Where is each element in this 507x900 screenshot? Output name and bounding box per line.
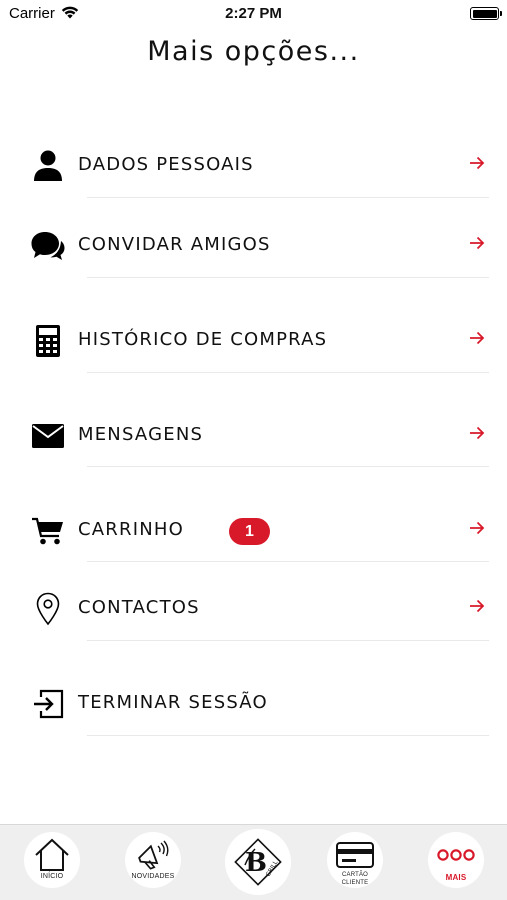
- menu-item-convidar-amigos[interactable]: CONVIDAR AMIGOS: [0, 220, 507, 268]
- menu-item-dados-pessoais[interactable]: DADOS PESSOAIS: [0, 140, 507, 188]
- arrow-right-icon: [470, 156, 485, 170]
- tab-label: MAIS: [445, 873, 467, 882]
- person-icon: [30, 148, 66, 184]
- page-title: Mais opções...: [147, 36, 360, 67]
- menu-item-label: DADOS PESSOAIS: [78, 154, 254, 175]
- menu-item-terminar-sessao[interactable]: TERMINAR SESSÃO: [0, 678, 507, 726]
- arrow-right-icon: [470, 599, 485, 613]
- chat-bubbles-icon: [30, 228, 66, 264]
- battery-icon: [470, 7, 502, 20]
- arrow-right-icon: [470, 236, 485, 250]
- menu-item-label: CONVIDAR AMIGOS: [78, 234, 271, 255]
- divider: [87, 277, 489, 278]
- megaphone-icon: [125, 836, 181, 874]
- menu-item-carrinho[interactable]: CARRINHO 1: [0, 505, 507, 553]
- calculator-icon: [30, 323, 66, 359]
- tab-inicio[interactable]: INÍCIO: [24, 832, 80, 888]
- arrow-right-icon: [470, 521, 485, 535]
- menu-item-label: HISTÓRICO DE COMPRAS: [78, 329, 328, 350]
- divider: [87, 466, 489, 467]
- tab-mais[interactable]: MAIS: [428, 832, 484, 888]
- tab-bar: INÍCIO NOVIDADES B GRILL CARTÃO CLIENTE …: [0, 824, 507, 900]
- menu-item-contactos[interactable]: CONTACTOS: [0, 583, 507, 631]
- tab-cartao-cliente[interactable]: CARTÃO CLIENTE: [327, 832, 383, 888]
- arrow-right-icon: [470, 426, 485, 440]
- cart-count-badge: 1: [229, 518, 270, 545]
- tab-label: INÍCIO: [40, 873, 64, 880]
- divider: [87, 372, 489, 373]
- more-dots-icon: [428, 836, 484, 874]
- menu-item-label: TERMINAR SESSÃO: [78, 692, 268, 713]
- divider: [87, 640, 489, 641]
- divider: [87, 735, 489, 736]
- tab-label: NOVIDADES: [131, 873, 175, 880]
- envelope-icon: [30, 418, 66, 454]
- tab-brand-logo[interactable]: B GRILL: [225, 829, 291, 895]
- tab-novidades[interactable]: NOVIDADES: [125, 832, 181, 888]
- menu-item-label: CARRINHO: [78, 519, 184, 540]
- menu-item-historico-de-compras[interactable]: HISTÓRICO DE COMPRAS: [0, 315, 507, 363]
- menu-item-label: CONTACTOS: [78, 597, 200, 618]
- logout-icon: [30, 686, 66, 722]
- location-pin-icon: [30, 591, 66, 627]
- arrow-right-icon: [470, 331, 485, 345]
- brand-logo-icon: B GRILL: [225, 835, 291, 889]
- tab-label: CARTÃO CLIENTE: [341, 872, 369, 886]
- status-bar: Carrier 2:27 PM: [0, 0, 507, 28]
- home-icon: [24, 836, 80, 874]
- divider: [87, 561, 489, 562]
- card-icon: [327, 836, 383, 874]
- divider: [87, 197, 489, 198]
- cart-icon: [30, 513, 66, 549]
- svg-text:B: B: [245, 848, 267, 878]
- menu-item-label: MENSAGENS: [78, 424, 204, 445]
- menu-item-mensagens[interactable]: MENSAGENS: [0, 410, 507, 458]
- clock: 2:27 PM: [225, 5, 282, 22]
